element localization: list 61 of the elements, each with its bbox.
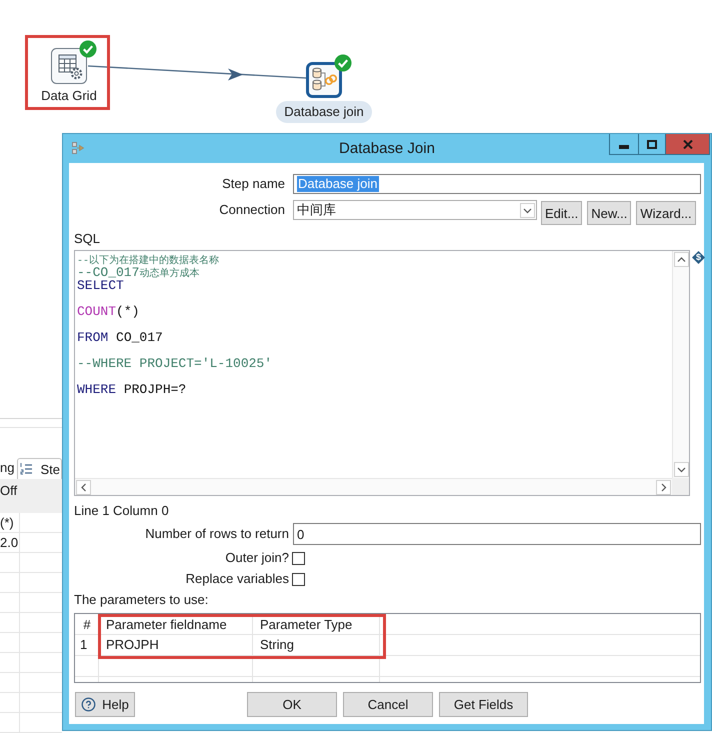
field-label: Step name (222, 176, 285, 192)
vertical-scrollbar[interactable] (672, 251, 689, 478)
rows-field[interactable]: 0 (293, 523, 701, 545)
checkbox-label: Replace variables (186, 571, 289, 587)
table-gear-icon[interactable] (51, 48, 87, 84)
scrollbar-corner (672, 478, 689, 495)
tab[interactable]: ng (0, 458, 14, 479)
help-button[interactable]: Help (75, 692, 135, 717)
cursor-position-text: Line 1 Column 0 (74, 503, 169, 518)
code-line: SELECT (77, 279, 124, 292)
column-header: Parameter Type (259, 616, 354, 634)
checkbox[interactable] (292, 552, 305, 564)
connection-dropdown[interactable]: 中间库 (293, 200, 537, 220)
sql-editor[interactable]: --以下为在搭建中的数据表名称 --CO_017动态单方成本 SELECT COUNT(*) FROM CO_017 --WHERE PROJECT='L-10025' WHERE PROJPH=? (74, 250, 690, 496)
code-line: COUNT(*) (77, 305, 140, 318)
table-cell-text: PROJPH (105, 636, 160, 654)
chevron-right-icon[interactable] (656, 480, 671, 494)
table-cell: 2.0 (0, 535, 18, 550)
code-line: --CO_017动态单方成本 (77, 266, 200, 279)
wizard-button[interactable]: Wizard... (636, 201, 696, 225)
get-fields-button[interactable]: Get Fields (439, 692, 528, 717)
close-button[interactable] (665, 134, 710, 155)
chevron-left-icon[interactable] (76, 480, 91, 494)
code-line: --WHERE PROJECT='L-10025' (77, 357, 272, 370)
chevron-down-icon[interactable] (520, 202, 535, 218)
minimize-button[interactable] (609, 134, 639, 155)
checkbox[interactable] (292, 572, 305, 586)
database-link-icon[interactable] (306, 62, 342, 98)
close-icon (682, 140, 692, 148)
column-header: Parameter fieldname (105, 616, 228, 634)
step-label: Database join (276, 101, 372, 123)
maximize-icon (647, 140, 657, 148)
table-cell-text: String (259, 636, 295, 654)
table-cell: (*) (0, 515, 14, 530)
column-header: # (82, 616, 92, 634)
help-icon (81, 697, 96, 712)
ok-button[interactable]: OK (247, 692, 337, 717)
app-icon (72, 142, 85, 155)
window-title: Database Join (339, 139, 435, 159)
column-header: Off (0, 479, 62, 513)
checkbox-label: Outer join? (225, 550, 289, 566)
horizontal-scrollbar[interactable] (75, 478, 672, 495)
new-button[interactable]: New... (587, 201, 632, 225)
field-label: Connection (219, 201, 285, 219)
code-line: FROM CO_017 (77, 331, 163, 344)
chevron-down-icon[interactable] (674, 462, 688, 477)
code-line: --以下为在搭建中的数据表名称 (77, 254, 220, 266)
code-line: WHERE PROJPH=? (77, 383, 186, 396)
step-label: Data Grid (41, 88, 97, 104)
row-number: 1 (79, 636, 88, 654)
hop-arrow[interactable] (88, 65, 306, 80)
tab-label: Ste (40, 462, 60, 476)
section-label: The parameters to use: (74, 592, 208, 608)
variable-icon[interactable]: $ (692, 251, 705, 264)
field-label: Number of rows to return (145, 526, 289, 542)
numbered-list-icon (20, 462, 32, 476)
cancel-button[interactable]: Cancel (343, 692, 433, 717)
edit-button[interactable]: Edit... (541, 201, 582, 225)
minimize-icon (619, 145, 629, 149)
section-label: SQL (74, 231, 100, 246)
chevron-up-icon[interactable] (674, 252, 688, 267)
